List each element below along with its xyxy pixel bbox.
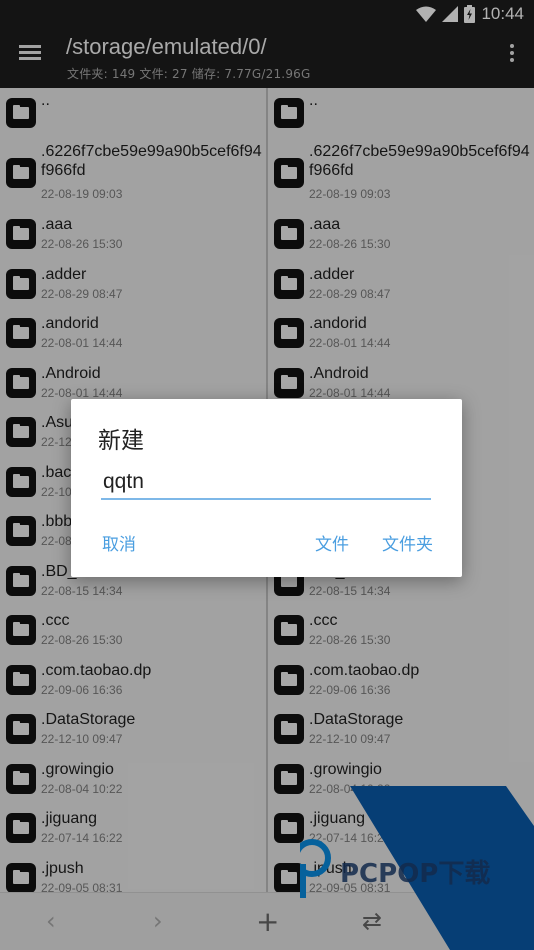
name-input[interactable] [101, 466, 431, 500]
new-folder-button[interactable]: 文件夹 [382, 530, 433, 555]
new-file-button[interactable]: 文件 [315, 530, 349, 555]
dialog-title: 新建 [98, 428, 144, 454]
new-item-dialog: 新建 取消 文件 文件夹 [71, 399, 462, 577]
cancel-button[interactable]: 取消 [102, 530, 136, 555]
